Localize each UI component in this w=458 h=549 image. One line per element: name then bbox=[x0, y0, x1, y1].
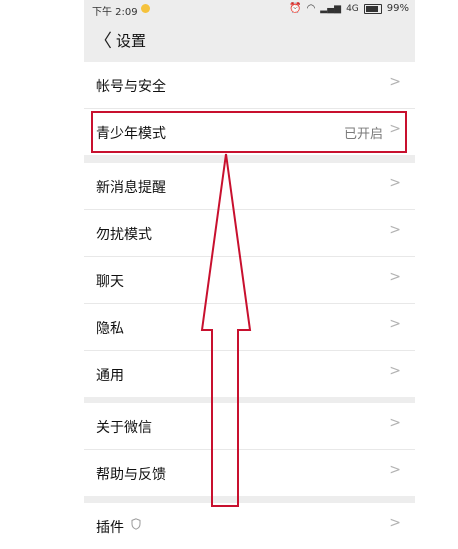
settings-item-do-not-disturb[interactable]: 勿扰模式 > bbox=[84, 210, 415, 257]
chevron-right-icon: > bbox=[389, 462, 401, 478]
wifi-icon: ◠ bbox=[306, 3, 316, 14]
settings-group-plugins: 插件 > bbox=[84, 503, 415, 549]
settings-group-about: 关于微信 > 帮助与反馈 > bbox=[84, 403, 415, 496]
settings-item-label: 勿扰模式 bbox=[96, 227, 152, 243]
chevron-right-icon: > bbox=[389, 363, 401, 379]
chevron-right-icon: > bbox=[389, 175, 401, 191]
settings-item-general[interactable]: 通用 > bbox=[84, 351, 415, 397]
settings-item-label: 聊天 bbox=[96, 274, 124, 290]
chevron-right-icon: > bbox=[389, 415, 401, 431]
nav-bar: 〈 设置 bbox=[84, 18, 415, 62]
settings-item-chats[interactable]: 聊天 > bbox=[84, 257, 415, 304]
status-time: 下午 2:09 bbox=[92, 7, 138, 18]
settings-item-account-security[interactable]: 帐号与安全 > bbox=[84, 62, 415, 109]
chevron-right-icon: > bbox=[389, 269, 401, 285]
network-type: 4G bbox=[346, 3, 359, 14]
battery-icon bbox=[363, 3, 382, 14]
settings-item-help-feedback[interactable]: 帮助与反馈 > bbox=[84, 450, 415, 496]
settings-group-general: 新消息提醒 > 勿扰模式 > 聊天 > 隐私 > 通用 > bbox=[84, 163, 415, 397]
settings-item-label: 新消息提醒 bbox=[96, 180, 166, 196]
back-chevron-icon[interactable]: 〈 bbox=[94, 27, 112, 53]
teen-mode-highlight-box bbox=[91, 111, 407, 153]
status-bar: 下午 2:09 ⏰ ◠ ▂▄▆ 4G 99% bbox=[84, 0, 415, 18]
settings-item-plugins[interactable]: 插件 > bbox=[84, 503, 415, 549]
chevron-right-icon: > bbox=[389, 515, 401, 531]
notification-dot-icon bbox=[141, 4, 150, 13]
settings-item-label: 帮助与反馈 bbox=[96, 467, 166, 483]
settings-item-label: 通用 bbox=[96, 368, 124, 384]
settings-item-label: 插件 bbox=[96, 520, 124, 536]
shield-icon bbox=[131, 518, 141, 530]
settings-item-privacy[interactable]: 隐私 > bbox=[84, 304, 415, 351]
settings-item-label: 帐号与安全 bbox=[96, 79, 166, 95]
settings-item-about-wechat[interactable]: 关于微信 > bbox=[84, 403, 415, 450]
settings-item-new-message-alerts[interactable]: 新消息提醒 > bbox=[84, 163, 415, 210]
settings-item-label: 关于微信 bbox=[96, 420, 152, 436]
phone-screen: 下午 2:09 ⏰ ◠ ▂▄▆ 4G 99% 〈 设置 帐号与安全 > 青少年模… bbox=[84, 0, 415, 549]
chevron-right-icon: > bbox=[389, 316, 401, 332]
signal-icon: ▂▄▆ bbox=[320, 3, 342, 14]
page-title: 设置 bbox=[116, 32, 147, 50]
battery-level: 99% bbox=[386, 3, 409, 14]
alarm-icon: ⏰ bbox=[289, 3, 302, 14]
settings-item-label: 隐私 bbox=[96, 321, 124, 337]
chevron-right-icon: > bbox=[389, 74, 401, 90]
chevron-right-icon: > bbox=[389, 222, 401, 238]
